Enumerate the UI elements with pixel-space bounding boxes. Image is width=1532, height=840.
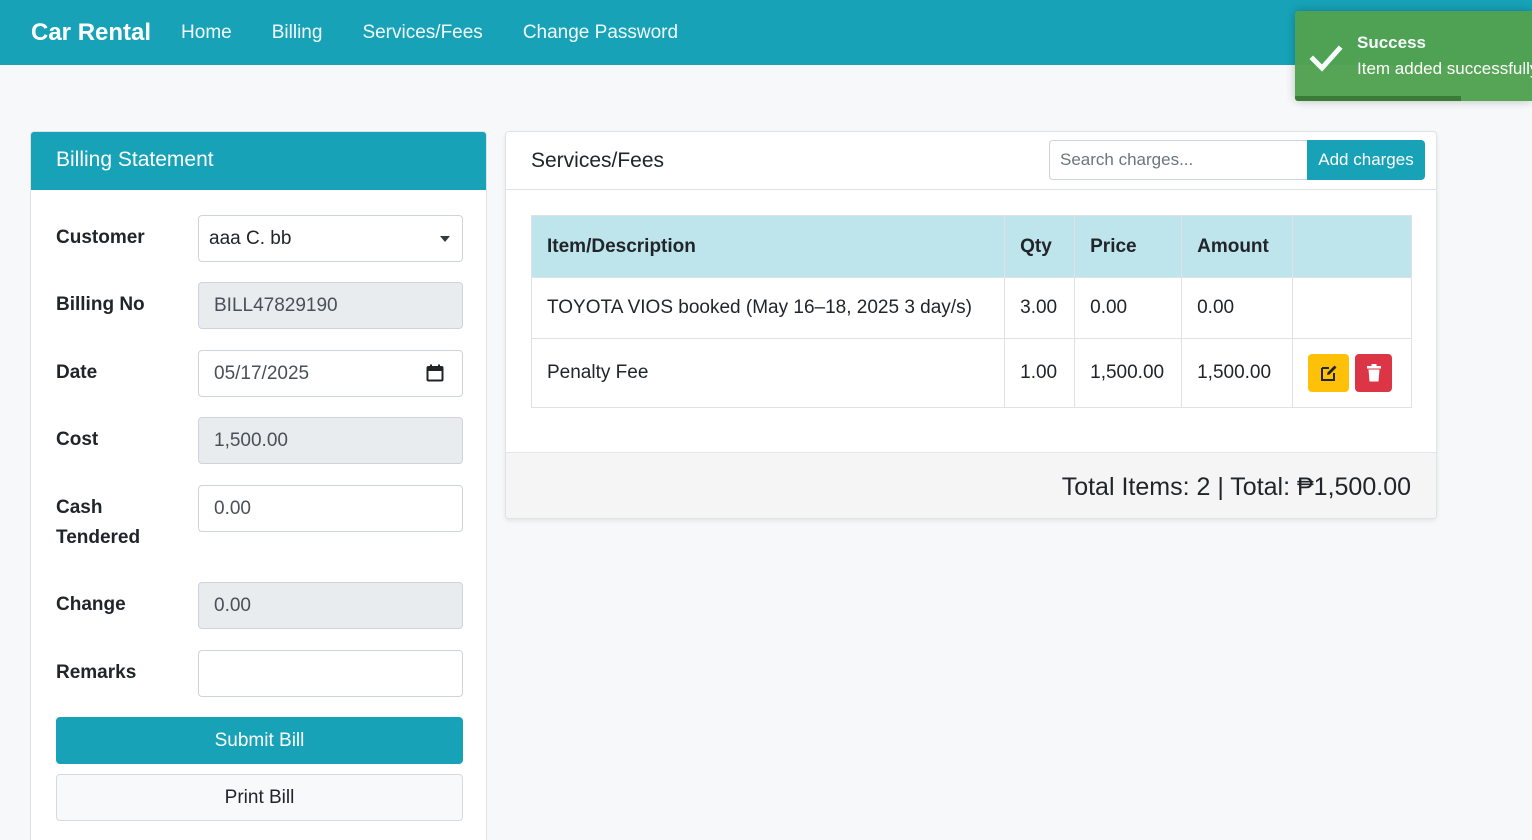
- col-header-qty: Qty: [1004, 215, 1076, 278]
- total-summary: Total Items: 2 | Total: ₱1,500.00: [1061, 473, 1411, 501]
- toast-progress-bar: [1295, 96, 1461, 101]
- cash-tendered-input[interactable]: 0.00: [198, 485, 463, 532]
- date-field[interactable]: 05/17/2025: [198, 350, 463, 397]
- nav-home[interactable]: Home: [181, 22, 232, 44]
- col-header-amount: Amount: [1181, 215, 1294, 278]
- nav-change-password[interactable]: Change Password: [523, 22, 678, 44]
- cash-tendered-label-line1: Cash: [56, 497, 103, 518]
- cell-qty: 3.00: [1004, 277, 1076, 339]
- cell-description: Penalty Fee: [530, 338, 1006, 408]
- edit-button[interactable]: [1308, 354, 1350, 392]
- table-row: TOYOTA VIOS booked (May 16–18, 2025 3 da…: [530, 277, 1412, 339]
- toast-message: Item added successfully: [1357, 59, 1532, 78]
- cell-description: TOYOTA VIOS booked (May 16–18, 2025 3 da…: [530, 277, 1006, 339]
- check-icon: [1309, 45, 1343, 72]
- col-header-actions: [1292, 215, 1412, 278]
- cost-field[interactable]: 1,500.00: [198, 417, 463, 464]
- table-header-row: Item/Description Qty Price Amount: [530, 215, 1412, 278]
- cell-actions: [1292, 277, 1412, 339]
- billing-statement-card: Billing Statement Customer aaa C. bb Bil…: [30, 131, 487, 840]
- remarks-input[interactable]: [198, 650, 463, 697]
- cost-label: Cost: [56, 429, 99, 450]
- add-charges-button[interactable]: Add charges: [1307, 140, 1425, 180]
- change-label: Change: [56, 594, 126, 615]
- services-fees-card: Services/Fees Search charges... Add char…: [505, 131, 1437, 519]
- delete-button[interactable]: [1355, 354, 1393, 392]
- col-header-price: Price: [1074, 215, 1183, 278]
- date-label: Date: [56, 362, 98, 383]
- cell-actions: [1292, 338, 1412, 408]
- customer-label: Customer: [56, 227, 145, 248]
- charges-table: Item/Description Qty Price Amount TOYOTA…: [530, 215, 1412, 408]
- chevron-down-icon: [440, 236, 450, 242]
- cash-tendered-label: Cash Tendered: [56, 493, 140, 553]
- print-bill-button[interactable]: Print Bill: [56, 774, 463, 821]
- customer-value: aaa C. bb: [209, 228, 292, 249]
- search-charges-input[interactable]: Search charges...: [1049, 140, 1308, 180]
- col-header-description: Item/Description: [530, 215, 1006, 278]
- nav-billing[interactable]: Billing: [272, 22, 323, 44]
- table-row: Penalty Fee 1.00 1,500.00 1,500.00: [530, 338, 1412, 408]
- services-title: Services/Fees: [531, 149, 665, 172]
- brand-logo[interactable]: Car Rental: [31, 19, 151, 47]
- cell-price: 1,500.00: [1074, 338, 1183, 408]
- submit-bill-button[interactable]: Submit Bill: [56, 717, 463, 764]
- calendar-icon[interactable]: [426, 364, 444, 382]
- services-footer: Total Items: 2 | Total: ₱1,500.00: [506, 452, 1436, 518]
- billing-no-field[interactable]: BILL47829190: [198, 282, 463, 329]
- toast-title: Success: [1357, 33, 1426, 52]
- success-toast[interactable]: Success Item added successfully: [1295, 11, 1532, 101]
- cell-amount: 1,500.00: [1181, 338, 1294, 408]
- nav-services-fees[interactable]: Services/Fees: [362, 22, 482, 44]
- cell-price: 0.00: [1074, 277, 1183, 339]
- billing-no-label: Billing No: [56, 294, 145, 315]
- cell-qty: 1.00: [1004, 338, 1076, 408]
- customer-select[interactable]: aaa C. bb: [198, 215, 463, 262]
- services-header: Services/Fees Search charges... Add char…: [506, 132, 1436, 190]
- cell-amount: 0.00: [1181, 277, 1294, 339]
- billing-statement-title: Billing Statement: [31, 132, 486, 190]
- remarks-label: Remarks: [56, 662, 137, 683]
- cash-tendered-label-line2: Tendered: [56, 527, 141, 548]
- date-value: 05/17/2025: [214, 363, 310, 384]
- trash-icon: [1366, 364, 1381, 382]
- edit-icon: [1320, 365, 1337, 381]
- change-field[interactable]: 0.00: [198, 582, 463, 629]
